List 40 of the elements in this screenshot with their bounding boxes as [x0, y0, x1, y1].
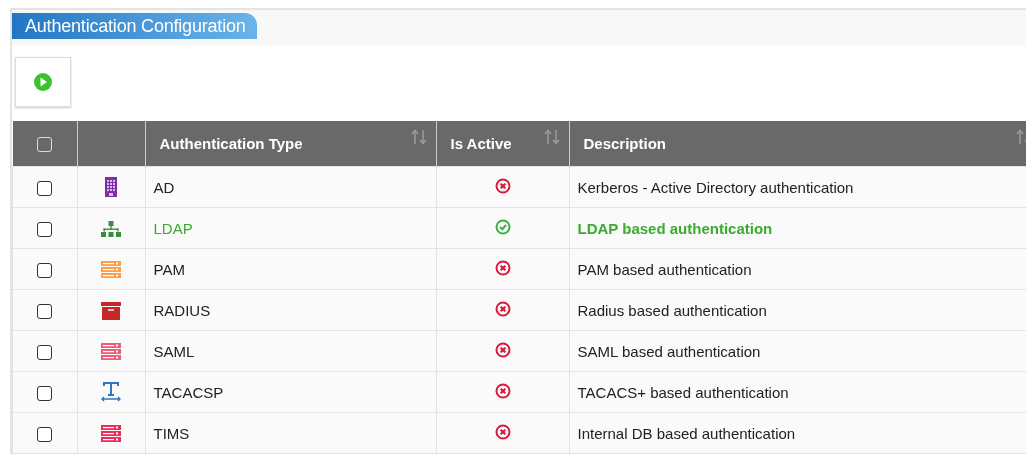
checkbox[interactable] [37, 344, 53, 360]
column-header[interactable]: Is Active [450, 135, 512, 152]
type-text: PAM [152, 260, 185, 278]
cross-circle-icon [494, 300, 511, 317]
archive-icon [101, 301, 121, 320]
type-text: AD [152, 178, 175, 196]
cross-circle-icon [494, 259, 511, 276]
type-text: RADIUS [152, 301, 211, 319]
column-header[interactable]: Description [583, 135, 666, 152]
text-icon [101, 382, 121, 402]
building-icon [105, 177, 117, 197]
checkbox[interactable] [37, 262, 53, 278]
cross-circle-icon [494, 341, 511, 358]
check-circle-icon [494, 218, 511, 235]
description-text: Kerberos - Active Directory authentication [576, 178, 854, 196]
description-text: TACACS+ based authentication [576, 383, 789, 401]
description-text: LDAP based authentication [576, 219, 773, 237]
cross-circle-icon [494, 382, 511, 399]
checkbox[interactable] [37, 426, 53, 442]
sitemap-icon [101, 221, 121, 237]
type-text: TIMS [152, 424, 190, 442]
type-text: TACACSP [152, 383, 224, 401]
panel-tab[interactable]: Authentication Configuration [12, 13, 257, 39]
play-icon [33, 72, 53, 92]
description-text: PAM based authentication [576, 260, 752, 278]
checkbox[interactable] [37, 303, 53, 319]
column-header[interactable]: Authentication Type [159, 135, 303, 152]
checkbox[interactable] [37, 180, 53, 196]
description-text: Radius based authentication [576, 301, 767, 319]
type-text: SAML [152, 342, 195, 360]
type-text: LDAP [152, 219, 193, 237]
cross-circle-icon [494, 423, 511, 440]
server-icon [101, 260, 121, 279]
cross-circle-icon [494, 177, 511, 194]
server-icon [101, 342, 121, 361]
checkbox[interactable] [37, 221, 53, 237]
checkbox[interactable] [37, 385, 53, 401]
server-icon [101, 424, 121, 443]
description-text: SAML based authentication [576, 342, 761, 360]
description-text: Internal DB based authentication [576, 424, 796, 442]
